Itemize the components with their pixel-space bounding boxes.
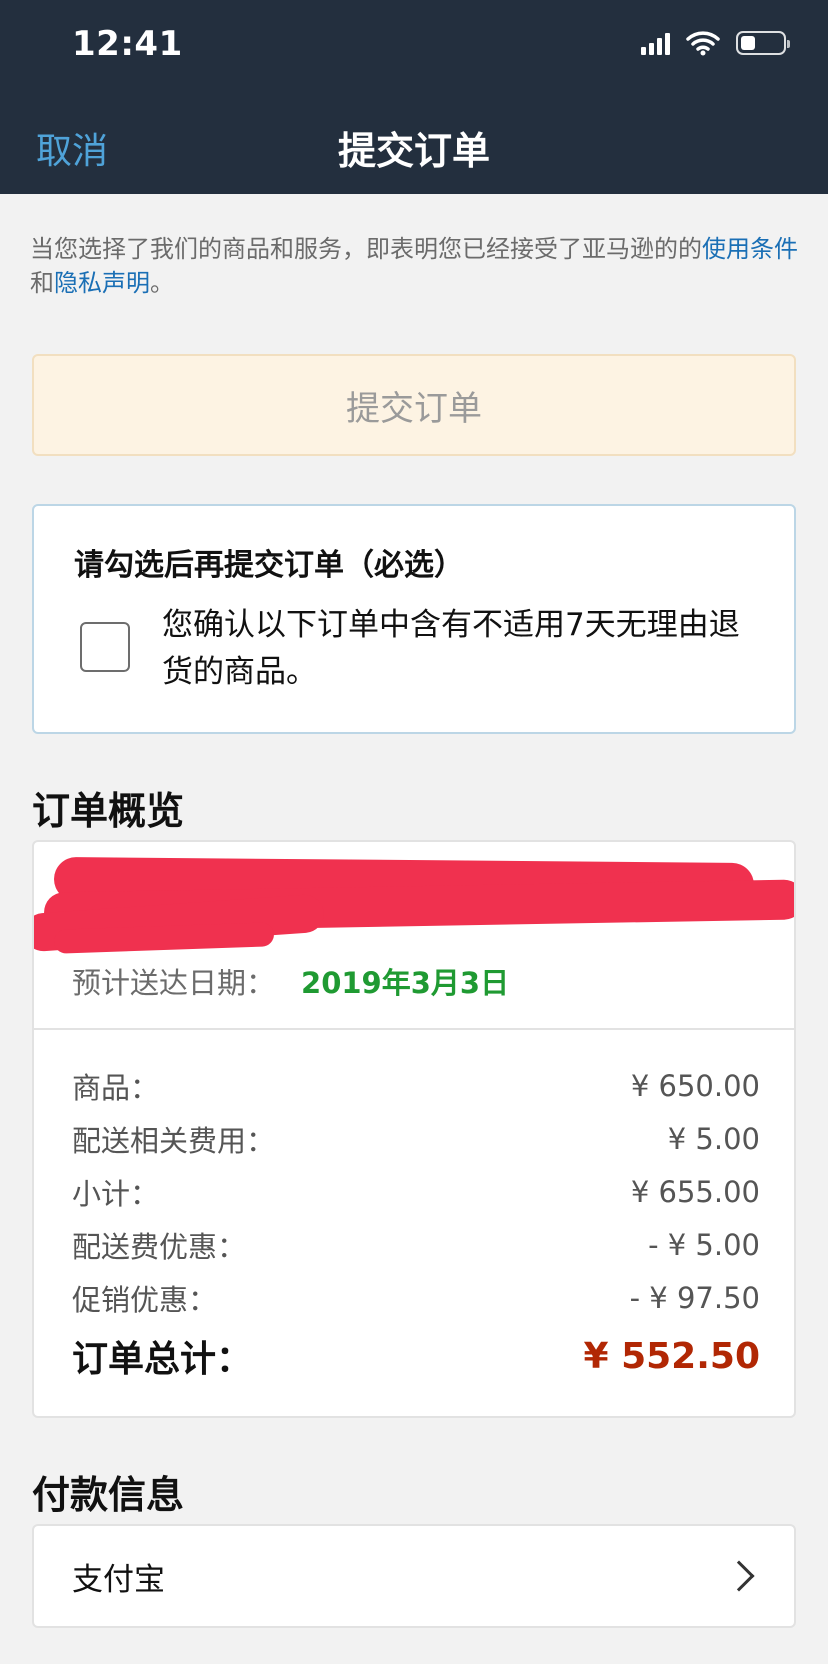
line-label: 配送相关费用： (72, 1124, 276, 1158)
page-title: 提交订单 (337, 129, 490, 173)
privacy-link[interactable]: 隐私声明 (54, 269, 150, 297)
line-item-shipping-discount: 配送费优惠： - ¥ 5.00 (72, 1225, 760, 1265)
line-label: 小计： (72, 1177, 160, 1211)
legal-and-text: 和 (30, 269, 54, 297)
line-value: ¥ 5.00 (667, 1122, 760, 1156)
chevron-right-icon (723, 1560, 755, 1592)
wifi-icon (686, 31, 720, 56)
line-item-products: 商品： ¥ 650.00 (72, 1066, 760, 1106)
divider (34, 1028, 794, 1030)
order-total-label: 订单总计： (72, 1339, 253, 1380)
payment-method: 支付宝 (72, 1561, 165, 1598)
line-label: 促销优惠： (72, 1283, 218, 1317)
terms-link[interactable]: 使用条件 (702, 235, 798, 263)
delivery-label: 预计送达日期： (72, 966, 276, 1000)
delivery-estimate: 预计送达日期： 2019年3月3日 (72, 960, 509, 1002)
cancel-button[interactable]: 取消 (36, 122, 108, 174)
line-item-promotion: 促销优惠： - ¥ 97.50 (72, 1278, 760, 1318)
confirm-panel: 请勾选后再提交订单（必选） 您确认以下订单中含有不适用7天无理由退货的商品。 (32, 504, 796, 734)
line-value: ¥ 655.00 (630, 1175, 760, 1209)
line-value: ¥ 650.00 (630, 1069, 760, 1103)
delivery-date: 2019年3月3日 (301, 966, 510, 1000)
confirm-text[interactable]: 您确认以下订单中含有不适用7天无理由退货的商品。 (162, 602, 762, 696)
order-summary-title: 订单概览 (32, 789, 185, 833)
payment-title: 付款信息 (32, 1473, 185, 1517)
order-summary-card: 预计送达日期： 2019年3月3日 商品： ¥ 650.00 配送相关费用： ¥… (32, 840, 796, 1418)
legal-notice: 当您选择了我们的商品和服务，即表明您已经接受了亚马逊的的使用条件和隐私声明。 (30, 232, 800, 300)
order-total-value: ¥ 552.50 (583, 1335, 760, 1377)
payment-method-row[interactable]: 支付宝 (32, 1524, 796, 1628)
line-label: 配送费优惠： (72, 1230, 247, 1264)
submit-order-button[interactable]: 提交订单 (32, 354, 796, 456)
line-item-subtotal: 小计： ¥ 655.00 (72, 1172, 760, 1212)
legal-text: 当您选择了我们的商品和服务，即表明您已经接受了亚马逊的的 (30, 235, 702, 263)
battery-icon (736, 31, 790, 55)
confirm-title: 请勾选后再提交订单（必选） (74, 548, 464, 583)
line-value: - ¥ 5.00 (648, 1228, 760, 1262)
line-value: - ¥ 97.50 (629, 1281, 760, 1315)
legal-period: 。 (150, 269, 174, 297)
line-label: 商品： (72, 1071, 160, 1105)
order-total-row: 订单总计： ¥ 552.50 (72, 1330, 760, 1382)
top-bar: 12:41 提交订单 取消 (0, 0, 828, 194)
line-item-shipping: 配送相关费用： ¥ 5.00 (72, 1119, 760, 1159)
signal-icon (641, 31, 670, 55)
status-icons (641, 28, 790, 58)
confirm-checkbox[interactable] (80, 622, 130, 672)
status-time: 12:41 (72, 24, 183, 64)
